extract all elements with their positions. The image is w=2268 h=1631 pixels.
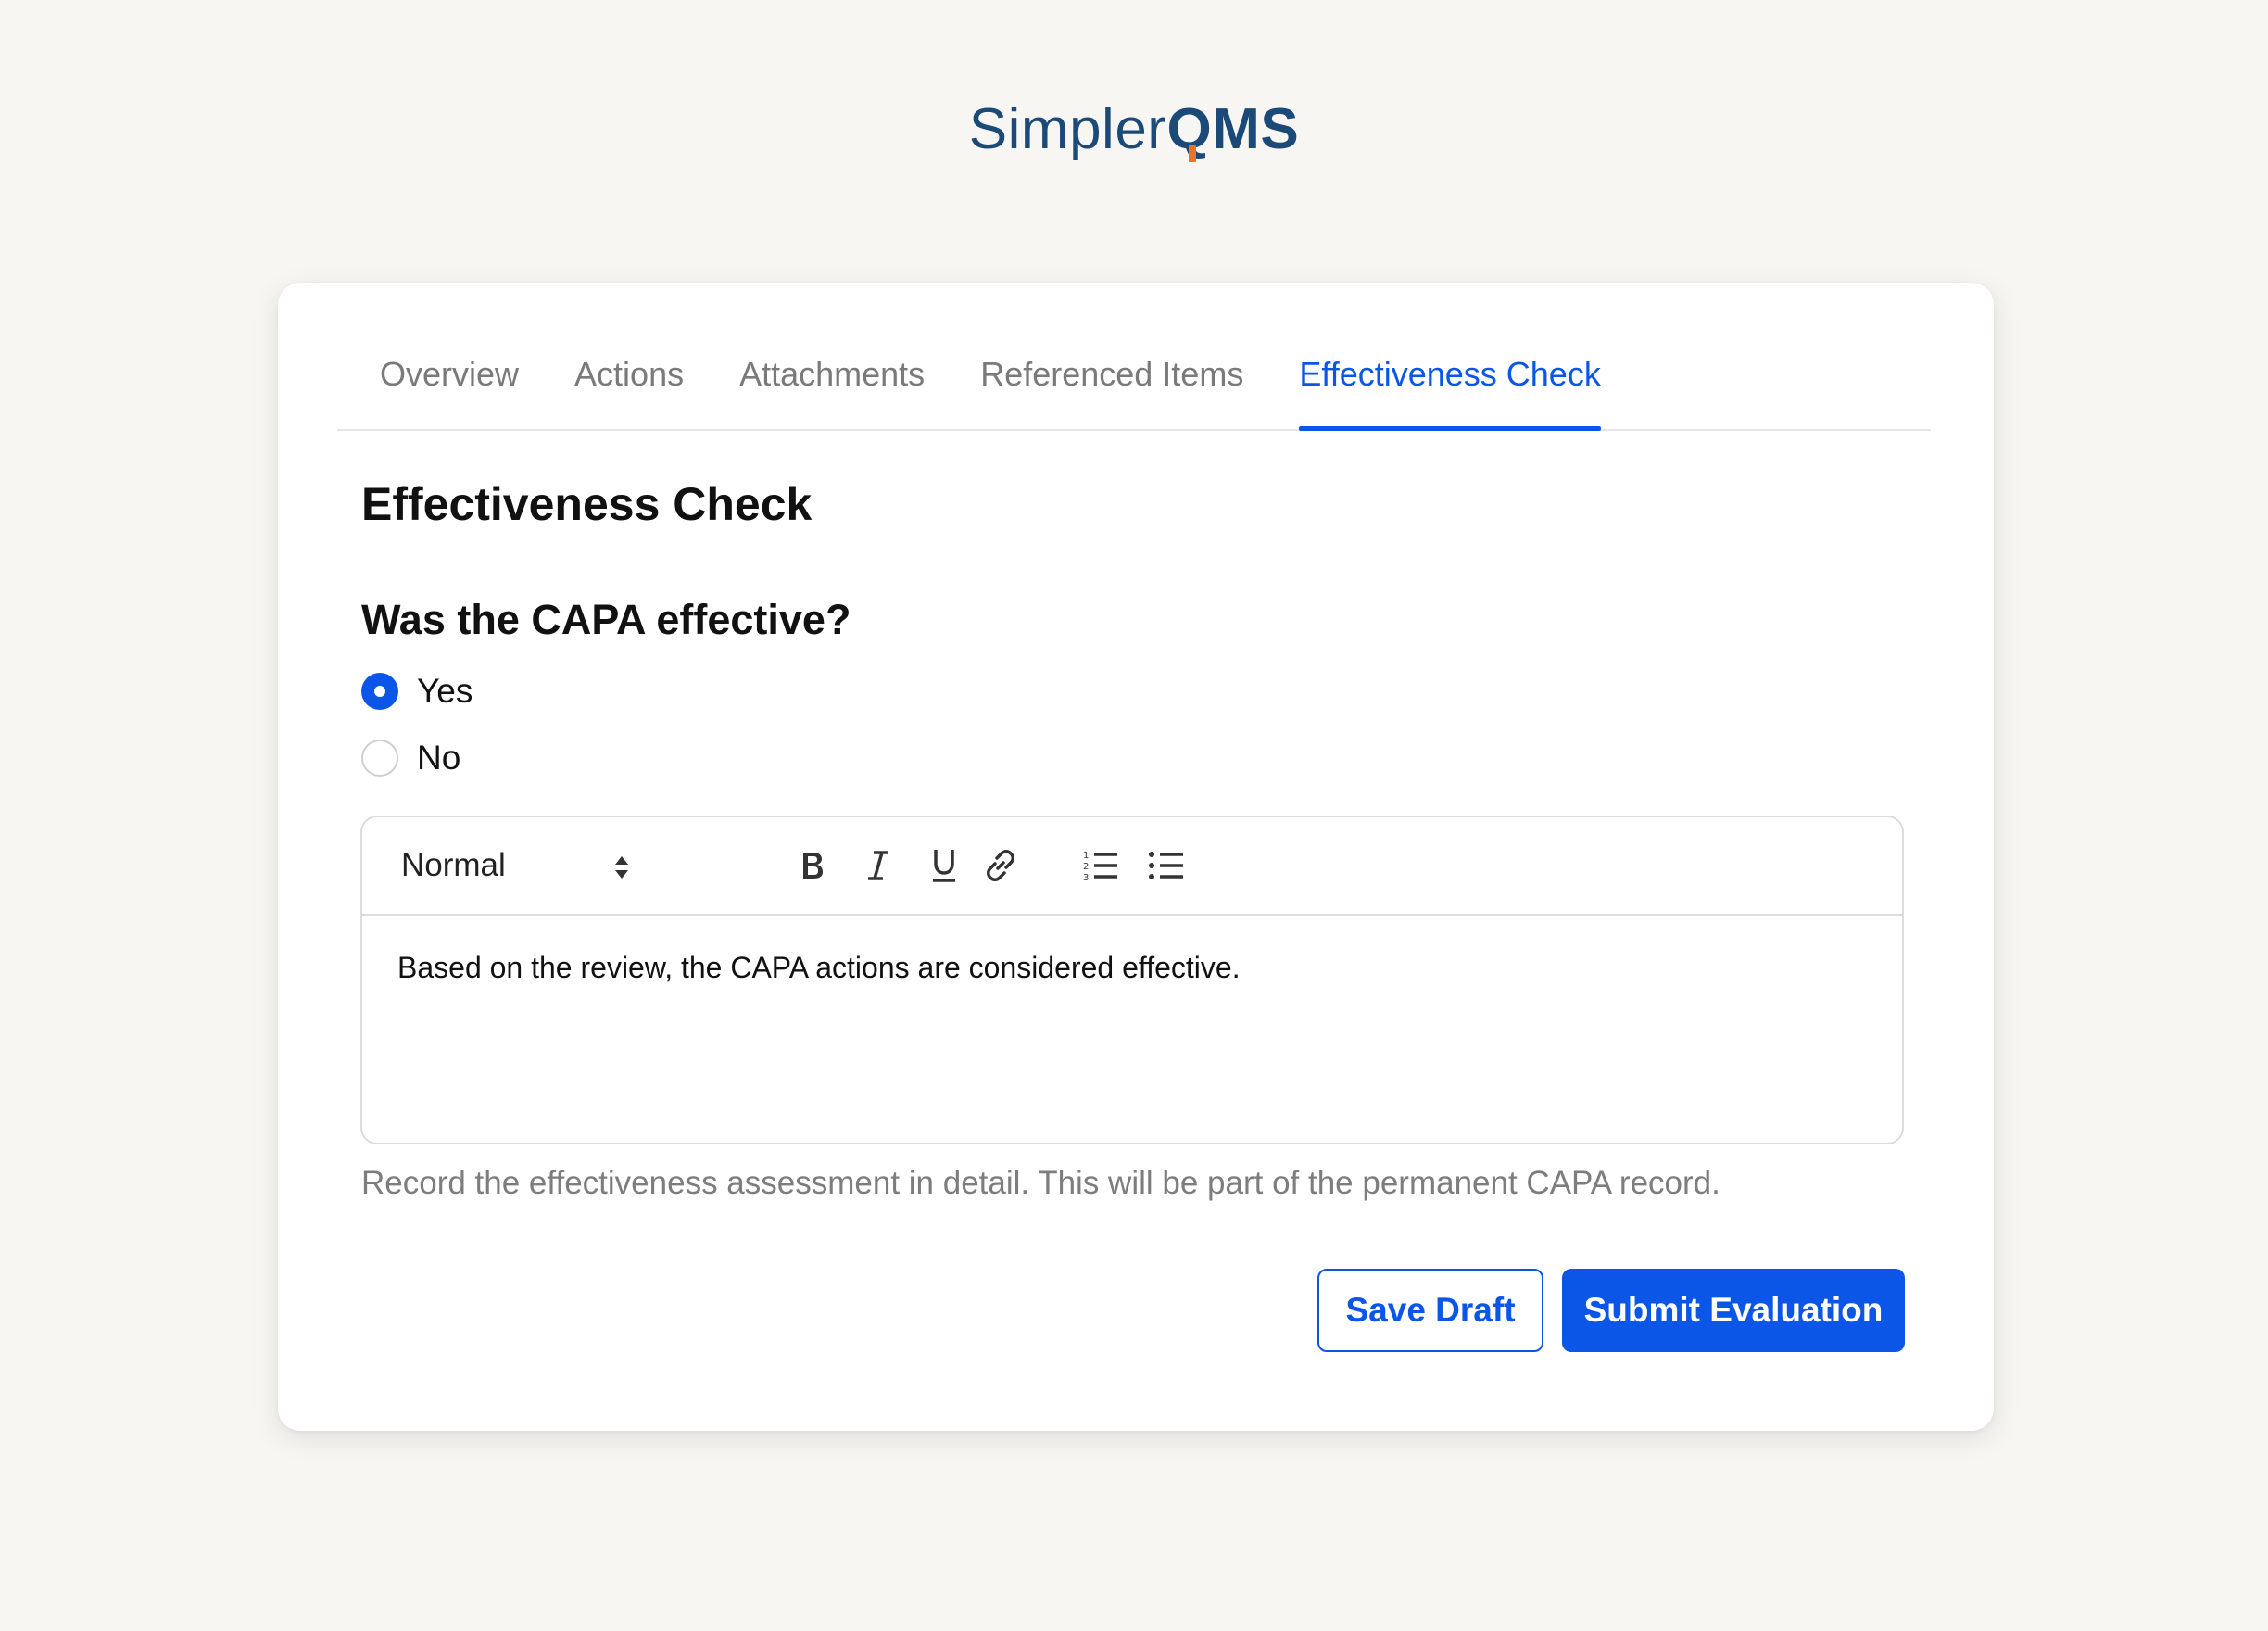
editor-content-area[interactable]: Based on the review, the CAPA actions ar… xyxy=(362,916,1902,1019)
tab-attachments[interactable]: Attachments xyxy=(739,355,925,429)
logo-ms: MS xyxy=(1212,97,1300,161)
bullet-list-icon[interactable] xyxy=(1143,817,1190,914)
radio-no-label: No xyxy=(417,739,461,777)
tab-actions[interactable]: Actions xyxy=(574,355,684,429)
radio-option-yes[interactable]: Yes xyxy=(361,672,472,711)
svg-text:1: 1 xyxy=(1083,851,1089,861)
italic-icon[interactable] xyxy=(860,817,897,914)
effectiveness-question: Was the CAPA effective? xyxy=(361,596,851,643)
bold-icon[interactable] xyxy=(794,817,831,914)
editor-toolbar: Normal 1 2 3 xyxy=(362,817,1902,916)
submit-evaluation-button[interactable]: Submit Evaluation xyxy=(1562,1269,1905,1352)
radio-yes[interactable] xyxy=(361,673,398,710)
logo-text-light: Simpler xyxy=(968,97,1167,161)
link-icon[interactable] xyxy=(977,817,1024,914)
radio-yes-label: Yes xyxy=(417,672,473,710)
logo-text-bold: Q MS xyxy=(1166,97,1300,162)
tab-bar: Overview Actions Attachments Referenced … xyxy=(337,283,1931,431)
svg-text:2: 2 xyxy=(1083,862,1089,872)
text-format-value: Normal xyxy=(401,847,506,883)
radio-no[interactable] xyxy=(361,740,398,777)
help-text: Record the effectiveness assessment in d… xyxy=(361,1165,1720,1201)
radio-option-no[interactable]: No xyxy=(361,739,460,778)
rich-text-editor: Normal 1 2 3 Based on the review, the CA… xyxy=(360,816,1904,1144)
simplerqms-logo: SimplerQ MS xyxy=(0,93,2268,167)
underline-icon[interactable] xyxy=(926,817,963,914)
capa-card: Overview Actions Attachments Referenced … xyxy=(278,283,1994,1431)
tab-effectiveness-check[interactable]: Effectiveness Check xyxy=(1299,355,1601,431)
section-title: Effectiveness Check xyxy=(361,478,813,530)
text-format-select[interactable]: Normal xyxy=(401,817,628,914)
logo-q-tail xyxy=(1189,145,1197,162)
save-draft-button[interactable]: Save Draft xyxy=(1317,1269,1544,1352)
tab-referenced-items[interactable]: Referenced Items xyxy=(980,355,1243,429)
tab-overview[interactable]: Overview xyxy=(380,355,519,429)
ordered-list-icon[interactable]: 1 2 3 xyxy=(1077,817,1124,914)
svg-text:3: 3 xyxy=(1083,873,1089,882)
select-arrows-icon xyxy=(615,856,628,879)
